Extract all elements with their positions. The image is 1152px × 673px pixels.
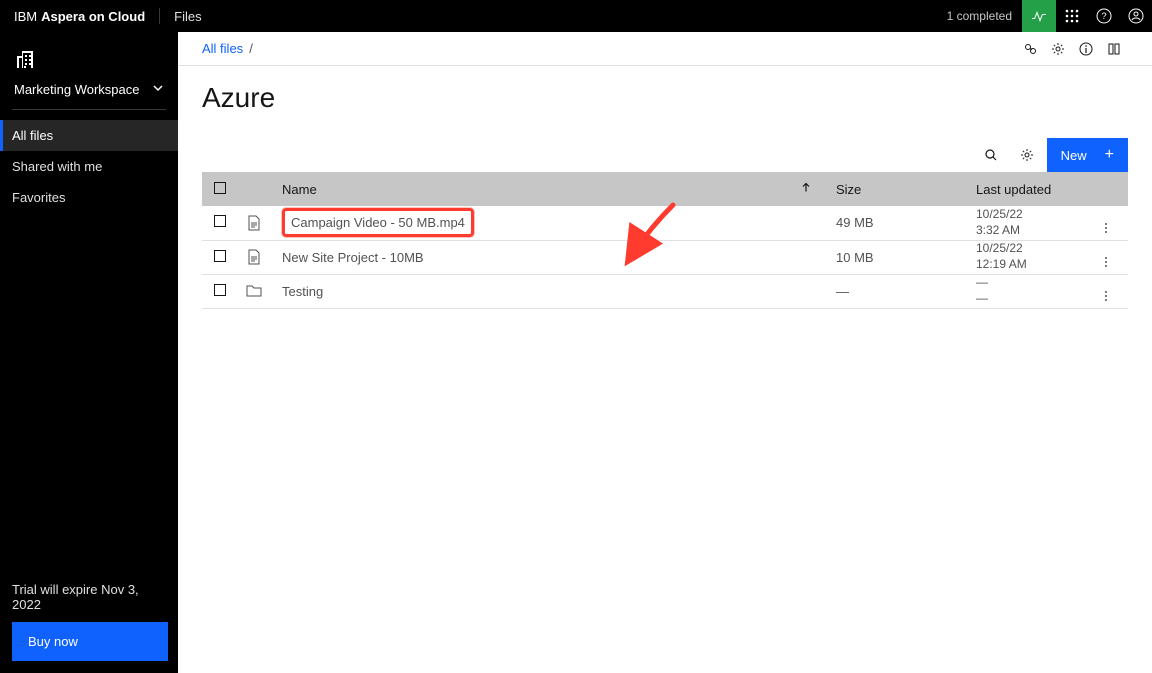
main-content: All files / Azure New +: [178, 32, 1152, 673]
file-size: 49 MB: [824, 206, 964, 240]
sidebar-footer: Trial will expire Nov 3, 2022 Buy now: [0, 570, 178, 673]
view-toggle-icon[interactable]: [1100, 35, 1128, 63]
folder-icon: [246, 274, 270, 308]
row-menu-icon[interactable]: [1084, 240, 1128, 274]
page-title: Azure: [202, 82, 1128, 114]
apps-icon[interactable]: [1056, 0, 1088, 32]
breadcrumb-root[interactable]: All files: [202, 41, 243, 56]
select-all-header[interactable]: [202, 172, 246, 206]
table-header-row: Name Size Last updated: [202, 172, 1128, 206]
row-menu-icon[interactable]: [1084, 274, 1128, 308]
header-divider: [159, 8, 160, 24]
brand-prefix: IBM: [14, 9, 37, 24]
settings-icon[interactable]: [1044, 35, 1072, 63]
breadcrumb-bar: All files /: [178, 32, 1152, 66]
file-toolbar: New +: [202, 138, 1128, 172]
table-row[interactable]: Testing———: [202, 274, 1128, 308]
chevron-down-icon: [152, 81, 164, 97]
sidebar-nav: All files Shared with me Favorites: [0, 120, 178, 213]
top-header: IBM Aspera on Cloud Files 1 completed ?: [0, 0, 1152, 32]
file-name[interactable]: New Site Project - 10MB: [270, 240, 824, 274]
files-link[interactable]: Files: [174, 9, 201, 24]
info-icon[interactable]: [1072, 35, 1100, 63]
share-icon[interactable]: [1016, 35, 1044, 63]
row-checkbox[interactable]: [202, 206, 246, 240]
new-button-label: New: [1061, 148, 1087, 163]
svg-text:?: ?: [1101, 11, 1106, 21]
trial-text: Trial will expire Nov 3, 2022: [12, 582, 166, 612]
search-icon[interactable]: [975, 139, 1007, 171]
file-table: Name Size Last updated Campaign Video - …: [202, 172, 1128, 309]
content-panel: New + Name Size Last updated: [178, 138, 1152, 333]
file-size: —: [824, 274, 964, 308]
row-menu-icon[interactable]: [1084, 206, 1128, 240]
workspace-name: Marketing Workspace: [14, 82, 139, 97]
sort-arrow-icon: [800, 182, 812, 197]
transfer-status[interactable]: 1 completed: [947, 9, 1012, 23]
plus-icon: +: [1105, 146, 1114, 164]
brand: IBM Aspera on Cloud: [14, 9, 145, 24]
file-name[interactable]: Campaign Video - 50 MB.mp4: [270, 206, 824, 240]
updated-column-header[interactable]: Last updated: [964, 172, 1084, 206]
sidebar-item-favorites[interactable]: Favorites: [0, 182, 178, 213]
new-button[interactable]: New +: [1047, 138, 1128, 172]
workspace-icon: [14, 48, 164, 73]
size-column-header[interactable]: Size: [824, 172, 964, 206]
file-size: 10 MB: [824, 240, 964, 274]
workspace-selector[interactable]: Marketing Workspace: [0, 32, 178, 109]
sidebar-item-all-files[interactable]: All files: [0, 120, 178, 151]
user-icon[interactable]: [1120, 0, 1152, 32]
buy-now-button[interactable]: Buy now: [12, 622, 168, 661]
last-updated: 10/25/2212:19 AM: [964, 240, 1084, 274]
last-updated: 10/25/223:32 AM: [964, 206, 1084, 240]
last-updated: ——: [964, 274, 1084, 308]
name-column-header[interactable]: Name: [270, 172, 824, 206]
help-icon[interactable]: ?: [1088, 0, 1120, 32]
table-row[interactable]: New Site Project - 10MB10 MB10/25/2212:1…: [202, 240, 1128, 274]
gear-icon[interactable]: [1011, 139, 1043, 171]
title-area: Azure: [178, 66, 1152, 138]
sidebar-item-shared[interactable]: Shared with me: [0, 151, 178, 182]
sidebar-divider: [12, 109, 166, 110]
file-name[interactable]: Testing: [270, 274, 824, 308]
row-checkbox[interactable]: [202, 240, 246, 274]
activity-icon[interactable]: [1022, 0, 1056, 32]
sidebar: Marketing Workspace All files Shared wit…: [0, 32, 178, 673]
table-row[interactable]: Campaign Video - 50 MB.mp449 MB10/25/223…: [202, 206, 1128, 240]
file-icon: [246, 206, 270, 240]
brand-product: Aspera on Cloud: [41, 9, 145, 24]
row-checkbox[interactable]: [202, 274, 246, 308]
breadcrumb-sep: /: [249, 41, 253, 56]
file-icon: [246, 240, 270, 274]
